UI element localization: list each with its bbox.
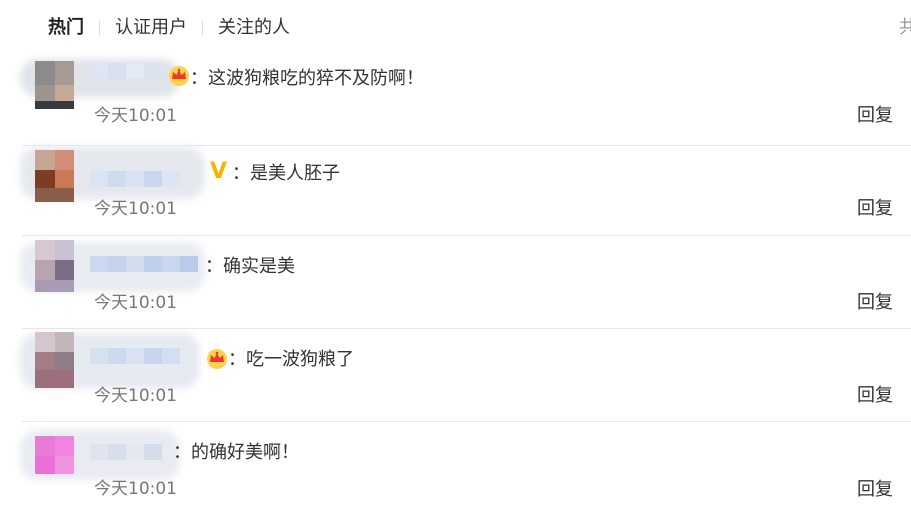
tab-following[interactable]: 关注的人: [218, 16, 290, 40]
avatar[interactable]: [35, 436, 74, 482]
reply-button[interactable]: 回复: [857, 197, 893, 221]
comment-tabs: 热门 认证用户 关注的人 共: [0, 0, 911, 54]
comment-time: 今天10:01: [94, 106, 177, 126]
username-obscured[interactable]: [90, 348, 180, 364]
tab-divider: [99, 20, 100, 36]
reply-button[interactable]: 回复: [857, 104, 893, 128]
reply-button[interactable]: 回复: [857, 384, 893, 408]
avatar[interactable]: [35, 150, 74, 202]
username-obscured[interactable]: [90, 256, 198, 272]
comment-time: 今天10:01: [94, 199, 177, 219]
reply-button[interactable]: 回复: [857, 478, 893, 502]
tab-divider: [202, 20, 203, 36]
comment-time: 今天10:01: [94, 293, 177, 313]
reply-button[interactable]: 回复: [857, 291, 893, 315]
tab-hot[interactable]: 热门: [48, 16, 84, 40]
comment-item: V ：是美人胚子 今天10:01 回复: [0, 143, 911, 236]
comment-text: ：的确好美啊！: [173, 442, 299, 463]
comment-item: ：确实是美 今天10:01 回复: [0, 236, 911, 329]
total-count-label: 共: [899, 17, 911, 38]
comment-text: ：确实是美: [205, 256, 295, 277]
avatar[interactable]: [35, 332, 74, 388]
comment-item: ：吃一波狗粮了 今天10:01 回复: [0, 329, 911, 422]
username-obscured[interactable]: [90, 63, 162, 79]
crown-icon: [207, 349, 227, 369]
comment-text: ：是美人胚子: [232, 163, 340, 184]
v-icon: V: [210, 159, 228, 184]
comment-time: 今天10:01: [94, 479, 177, 499]
avatar[interactable]: [35, 61, 74, 109]
comment-item: ：这波狗粮吃的猝不及防啊！ 今天10:01 回复: [0, 53, 911, 146]
username-obscured[interactable]: [90, 171, 180, 187]
username-obscured[interactable]: [90, 444, 162, 460]
avatar[interactable]: [35, 240, 74, 292]
crown-icon: [169, 66, 189, 86]
comment-text: ：吃一波狗粮了: [228, 349, 354, 370]
comment-item: ：的确好美啊！ 今天10:01 回复: [0, 422, 911, 506]
comment-time: 今天10:01: [94, 386, 177, 406]
tab-verified-users[interactable]: 认证用户: [115, 16, 187, 40]
comment-text: ：这波狗粮吃的猝不及防啊！: [190, 68, 424, 89]
